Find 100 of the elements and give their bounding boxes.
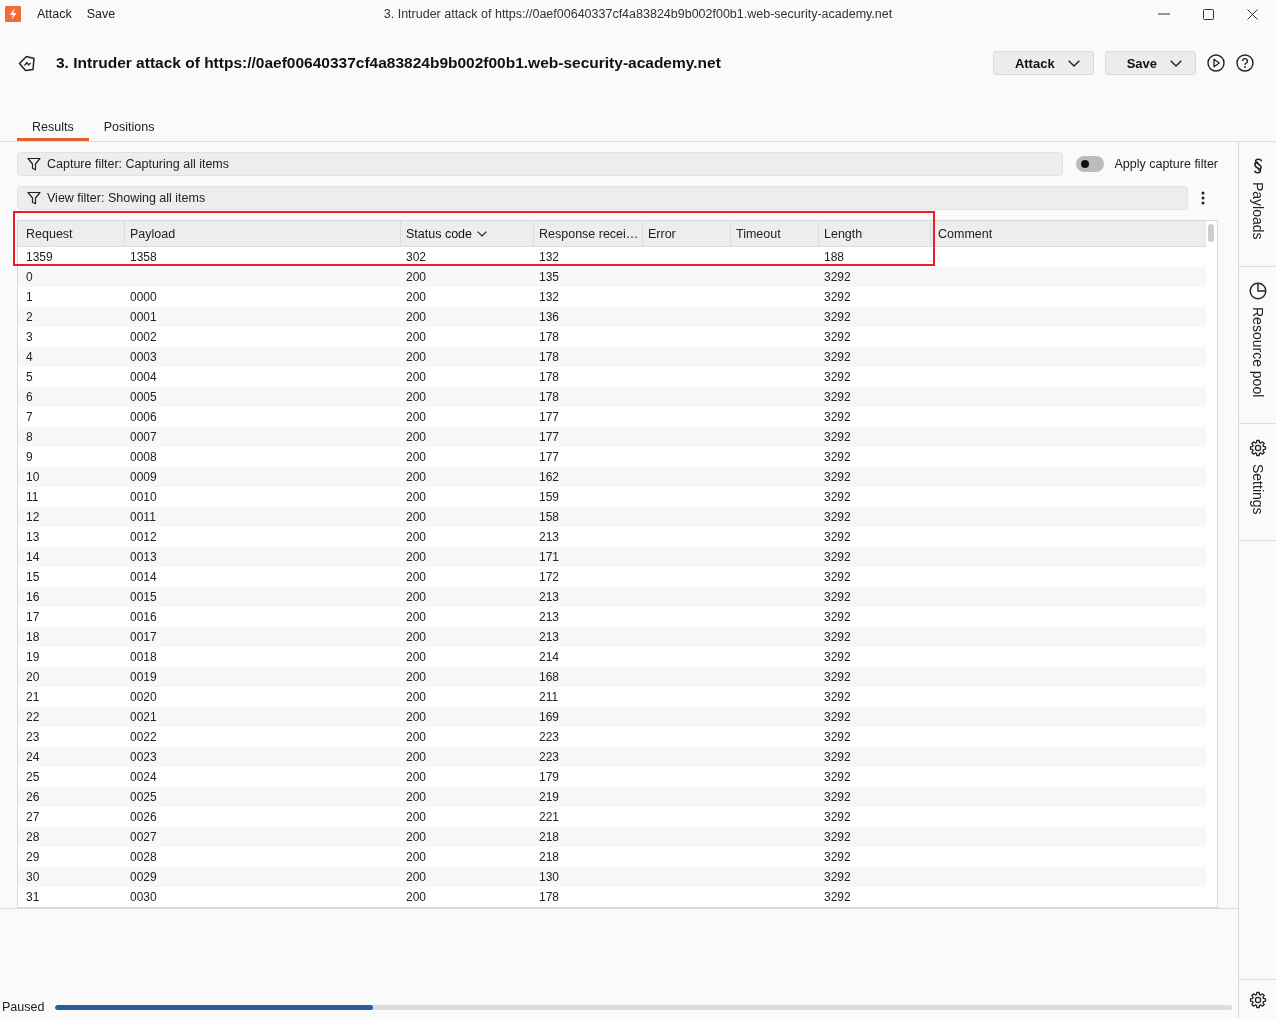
table-cell-text: 200 xyxy=(405,889,428,906)
table-cell-text: 200 xyxy=(405,689,428,706)
table-cell-text: 200 xyxy=(405,629,428,646)
table-cell-text: 223 xyxy=(538,729,561,746)
table-cell-text: 200 xyxy=(405,789,428,806)
column-header[interactable]: Payload xyxy=(125,221,401,247)
capture-filter-bar[interactable]: Capture filter: Capturing all items xyxy=(17,152,1064,176)
table-cell-text: 0029 xyxy=(129,869,158,886)
table-cell-text: 0027 xyxy=(129,829,158,846)
table-cell-text: 3292 xyxy=(823,529,852,546)
table-cell-text: 29 xyxy=(25,849,41,866)
table-cell-text: 0019 xyxy=(129,669,158,686)
view-filter-bar[interactable]: View filter: Showing all items xyxy=(17,186,1188,210)
close-icon[interactable] xyxy=(1247,8,1258,20)
scrollbar-thumb[interactable] xyxy=(1208,224,1214,242)
table-row[interactable]: 16 0015 200 213 3292 xyxy=(18,587,1206,607)
table-row[interactable]: 18 0017 200 213 3292 xyxy=(18,627,1206,647)
table-cell-text: 158 xyxy=(538,509,561,526)
dropdown-button[interactable]: Attack xyxy=(992,51,1094,75)
table-cell-text: 172 xyxy=(538,569,561,586)
settings-icon[interactable] xyxy=(1248,990,1267,1009)
table-cell-text: 0004 xyxy=(129,369,158,386)
toggle-label: Apply capture filter xyxy=(1114,157,1218,171)
dropdown-button[interactable]: Save xyxy=(1104,51,1196,75)
table-cell-text: 200 xyxy=(405,409,428,426)
table-cell-text: 200 xyxy=(405,849,428,866)
table-cell-text: 211 xyxy=(538,689,560,706)
table-row[interactable]: 14 0013 200 171 3292 xyxy=(18,547,1206,567)
settings-icon xyxy=(1248,438,1267,457)
table-row[interactable]: 0 200 135 3292 xyxy=(18,267,1206,287)
table-cell-text: 3292 xyxy=(823,329,852,346)
side-tab[interactable]: Payloads xyxy=(1239,142,1276,267)
table-row[interactable]: 4 0003 200 178 3292 xyxy=(18,347,1206,367)
table-cell-text: 177 xyxy=(538,449,561,466)
menu-item[interactable]: Attack xyxy=(37,7,72,21)
table-cell-text: 188 xyxy=(823,249,846,266)
table-cell-text: 0010 xyxy=(129,489,158,506)
table-row[interactable]: 2 0001 200 136 3292 xyxy=(18,307,1206,327)
table-cell-text: 0003 xyxy=(129,349,158,366)
table-cell-text: 218 xyxy=(538,829,561,846)
table-cell-text: 3292 xyxy=(823,289,852,306)
table-cell-text: 31 xyxy=(25,889,41,906)
table-row[interactable]: 28 0027 200 218 3292 xyxy=(18,827,1206,847)
table-cell-text: 22 xyxy=(25,709,41,726)
table-cell-text: 3292 xyxy=(823,829,852,846)
column-header[interactable]: Length xyxy=(819,221,931,247)
table-row[interactable]: 8 0007 200 177 3292 xyxy=(18,427,1206,447)
table-row[interactable]: 24 0023 200 223 3292 xyxy=(18,747,1206,767)
table-cell-text: 3292 xyxy=(823,569,852,586)
table-cell-text: 0002 xyxy=(129,329,158,346)
table-cell-text: 200 xyxy=(405,309,428,326)
table-cell-text: 169 xyxy=(538,709,561,726)
kebab-menu-icon[interactable] xyxy=(1201,191,1205,205)
lightning-logo-icon xyxy=(5,6,21,22)
table-row[interactable]: 12 0011 200 158 3292 xyxy=(18,507,1206,527)
column-header[interactable]: Comment xyxy=(931,221,1206,247)
table-cell-text: 25 xyxy=(25,769,41,786)
window-title: 3. Intruder attack of https://0aef00640337cf4a83824b9b002f00b1.web-security-academy.net xyxy=(383,7,893,21)
column-header[interactable]: Error xyxy=(643,221,731,247)
column-header[interactable]: Response recei… xyxy=(534,221,643,247)
filter-icon xyxy=(27,191,41,205)
caret-icon xyxy=(1067,59,1080,67)
column-header[interactable]: Status code xyxy=(401,221,534,247)
table-row[interactable]: 26 0025 200 219 3292 xyxy=(18,787,1206,807)
side-tab[interactable]: Settings xyxy=(1239,423,1276,542)
table-row[interactable]: 10 0009 200 162 3292 xyxy=(18,467,1206,487)
table-row[interactable]: 30 0029 200 130 3292 xyxy=(18,867,1206,887)
side-tab[interactable]: Resource pool xyxy=(1239,266,1276,424)
table-row[interactable]: 6 0005 200 178 3292 xyxy=(18,387,1206,407)
tab[interactable]: Positions xyxy=(88,98,170,141)
table-cell-text: 26 xyxy=(25,789,41,806)
table-cell-text: 178 xyxy=(538,889,561,906)
table-cell-text: 3292 xyxy=(823,709,852,726)
table-row[interactable]: 20 0019 200 168 3292 xyxy=(18,667,1206,687)
table-cell-text: 3292 xyxy=(823,489,852,506)
table-cell-text: 223 xyxy=(538,749,561,766)
toggle-switch[interactable] xyxy=(1076,156,1105,172)
maximize-icon[interactable] xyxy=(1203,8,1214,20)
table-cell-text: 21 xyxy=(25,689,41,706)
table-cell-text: 218 xyxy=(538,849,561,866)
table-cell-text: 3292 xyxy=(823,349,852,366)
table-cell-text: 0006 xyxy=(129,409,158,426)
table-cell-text: 200 xyxy=(405,449,428,466)
table-row[interactable]: 22 0021 200 169 3292 xyxy=(18,707,1206,727)
tab[interactable]: Results xyxy=(17,98,89,141)
table-cell-text: 0030 xyxy=(129,889,158,906)
help-icon[interactable] xyxy=(1236,54,1254,72)
table-cell-text: 200 xyxy=(405,529,428,546)
table-cell-text: 3292 xyxy=(823,429,852,446)
table-cell-text: 3292 xyxy=(823,269,852,286)
sort-caret-icon xyxy=(477,230,487,237)
menu-item[interactable]: Save xyxy=(86,7,116,21)
column-header[interactable]: Request xyxy=(18,221,125,247)
table-cell-text: 23 xyxy=(25,729,41,746)
table-cell-text: 200 xyxy=(405,429,428,446)
column-header[interactable]: Timeout xyxy=(731,221,819,247)
table-cell-text: 20 xyxy=(25,669,41,686)
table-cell-text: 200 xyxy=(405,349,428,366)
play-icon[interactable] xyxy=(1207,54,1225,72)
table-cell-text: 3292 xyxy=(823,509,852,526)
